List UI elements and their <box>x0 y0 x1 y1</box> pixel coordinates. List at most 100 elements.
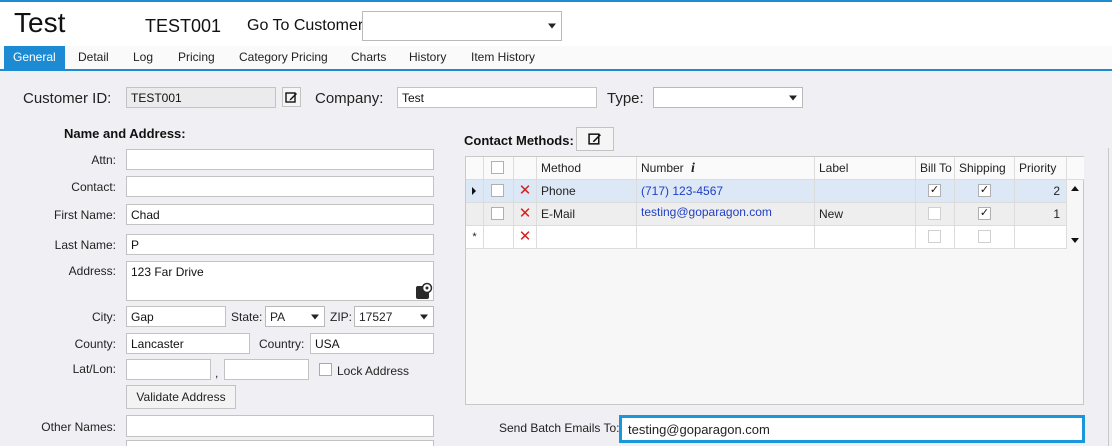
delete-row-button[interactable]: ✕ <box>514 203 537 226</box>
scroll-down-icon[interactable] <box>1071 238 1079 243</box>
tab-item-history[interactable]: Item History <box>462 46 544 69</box>
new-cell-number[interactable] <box>637 226 815 249</box>
row-select-checkbox[interactable] <box>491 207 504 220</box>
first-name-field[interactable]: Chad <box>126 204 434 225</box>
row-select-cell <box>484 180 514 203</box>
latlon-label: Lat/Lon: <box>72 362 116 376</box>
cell-bill-to: ✓ <box>916 180 955 203</box>
shipping-checkbox[interactable]: ✓ <box>978 184 991 197</box>
cell-priority[interactable]: 2 <box>1015 180 1067 203</box>
contact-methods-title: Contact Methods: <box>464 133 574 148</box>
delete-row-button[interactable]: ✕ <box>514 226 537 249</box>
select-all-checkbox[interactable] <box>491 161 504 174</box>
map-pin-icon <box>416 282 433 299</box>
latlon-separator: , <box>215 366 219 380</box>
cell-method[interactable]: Phone <box>537 180 637 203</box>
state-combo[interactable]: PA <box>265 306 325 327</box>
tab-charts[interactable]: Charts <box>342 46 395 69</box>
last-name-field[interactable]: P <box>126 234 434 255</box>
bill-to-checkbox[interactable]: ✓ <box>928 184 941 197</box>
lock-address-checkbox[interactable] <box>319 363 332 376</box>
delete-icon: ✕ <box>518 228 532 245</box>
cell-number[interactable]: (717) 123-4567 <box>637 180 815 203</box>
customer-id-label: Customer ID: <box>23 90 112 107</box>
info-icon: i <box>691 161 695 176</box>
shipping-checkbox[interactable]: ✓ <box>978 207 991 220</box>
edit-icon <box>285 91 297 103</box>
row-indicator[interactable] <box>466 203 484 226</box>
map-lookup-button[interactable] <box>415 282 433 300</box>
company-label: Company: <box>315 90 384 107</box>
bill-to-checkbox[interactable] <box>928 207 941 220</box>
delete-icon: ✕ <box>518 182 532 199</box>
county-field[interactable]: Lancaster <box>126 333 250 354</box>
address-field[interactable]: 123 Far Drive <box>126 261 434 301</box>
contact-methods-grid: Method Number i Label Bill To Shipping P… <box>465 156 1084 405</box>
edit-contact-methods-button[interactable] <box>576 127 614 151</box>
scroll-up-icon[interactable] <box>1071 186 1079 191</box>
city-label: City: <box>92 310 116 324</box>
country-field[interactable]: USA <box>310 333 434 354</box>
goto-customer-combo[interactable] <box>362 11 562 41</box>
col-shipping[interactable]: Shipping <box>955 157 1015 180</box>
edit-customer-id-button[interactable] <box>282 87 301 107</box>
other-names-label: Other Names: <box>41 420 116 434</box>
tab-detail[interactable]: Detail <box>69 46 118 69</box>
bill-to-checkbox[interactable] <box>928 230 941 243</box>
delete-row-button[interactable]: ✕ <box>514 180 537 203</box>
contact-label: Contact: <box>71 180 116 194</box>
delete-icon: ✕ <box>518 205 532 222</box>
attn-label: Attn: <box>91 153 116 167</box>
cell-label[interactable] <box>815 180 916 203</box>
col-label[interactable]: Label <box>815 157 916 180</box>
new-cell-method[interactable] <box>537 226 637 249</box>
county-label: County: <box>74 337 116 351</box>
other-names-field[interactable] <box>126 415 434 437</box>
new-cell-bill-to <box>916 226 955 249</box>
city-field[interactable]: Gap <box>126 306 226 327</box>
zip-combo[interactable]: 17527 <box>354 306 434 327</box>
type-combo[interactable] <box>653 87 803 108</box>
new-cell-label[interactable] <box>815 226 916 249</box>
new-row-select-cell <box>484 226 514 249</box>
grid-scrollbar[interactable] <box>1066 180 1083 249</box>
shipping-checkbox[interactable] <box>978 230 991 243</box>
dropdown-arrow-icon <box>789 95 797 100</box>
tab-category-pricing[interactable]: Category Pricing <box>230 46 337 69</box>
cell-method[interactable]: E-Mail <box>537 203 637 226</box>
tab-pricing[interactable]: Pricing <box>169 46 224 69</box>
tab-general[interactable]: General <box>4 46 65 69</box>
company-field[interactable]: Test <box>397 87 597 108</box>
row-select-cell <box>484 203 514 226</box>
select-all-cell <box>484 157 514 180</box>
col-method[interactable]: Method <box>537 157 637 180</box>
row-select-checkbox[interactable] <box>491 184 504 197</box>
batch-email-field[interactable]: testing@goparagon.com <box>619 415 1085 443</box>
tab-history[interactable]: History <box>400 46 455 69</box>
last-name-label: Last Name: <box>54 238 116 252</box>
cell-bill-to <box>916 203 955 226</box>
validate-address-button[interactable]: Validate Address <box>126 385 236 409</box>
cell-priority[interactable]: 1 <box>1015 203 1067 226</box>
cell-number[interactable]: testing@goparagon.com <box>637 203 815 226</box>
contact-field[interactable] <box>126 176 434 197</box>
dropdown-arrow-icon <box>420 314 428 319</box>
longitude-field[interactable] <box>224 359 309 380</box>
tab-bar: General Detail Log Pricing Category Pric… <box>0 46 1112 71</box>
row-indicator[interactable] <box>466 180 484 203</box>
customer-id-field: TEST001 <box>126 87 276 108</box>
type-label: Type: <box>607 90 644 107</box>
col-number[interactable]: Number i <box>637 157 815 180</box>
latitude-field[interactable] <box>126 359 211 380</box>
cell-label[interactable]: New <box>815 203 916 226</box>
attn-field[interactable] <box>126 149 434 170</box>
tab-log[interactable]: Log <box>124 46 162 69</box>
name-address-title: Name and Address: <box>64 126 186 141</box>
other-names-field-2[interactable] <box>126 440 434 446</box>
grid-corner <box>466 157 484 180</box>
country-label: Country: <box>259 337 305 351</box>
dropdown-arrow-icon <box>311 314 319 319</box>
col-bill-to[interactable]: Bill To <box>916 157 955 180</box>
col-priority[interactable]: Priority <box>1015 157 1067 180</box>
new-cell-priority[interactable] <box>1015 226 1067 249</box>
